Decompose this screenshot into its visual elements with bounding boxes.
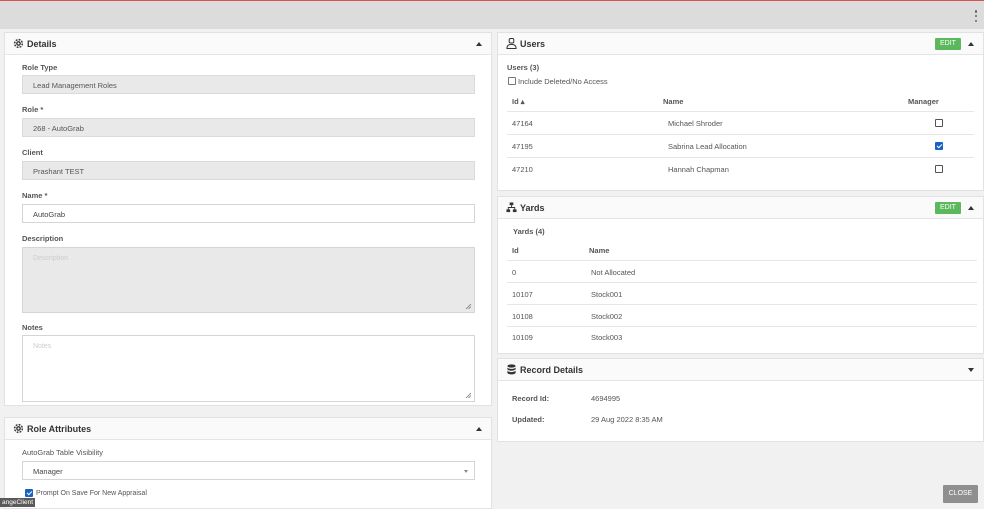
user-id: 47210 (512, 165, 533, 174)
visibility-select[interactable]: Manager (22, 461, 475, 480)
yards-panel: Yards EDIT Yards (4) Id Name 0 Not Alloc… (497, 196, 984, 354)
details-header[interactable]: Details (5, 33, 491, 55)
name-input[interactable]: AutoGrab (22, 204, 475, 223)
users-header[interactable]: Users EDIT (498, 33, 983, 55)
gear-icon (13, 38, 24, 49)
client-field: Prashant TEST (22, 161, 475, 180)
yards-col-id[interactable]: Id (512, 246, 519, 255)
users-title: Users (520, 39, 546, 49)
users-col-id[interactable]: Id ▴ (512, 97, 525, 106)
more-options-icon[interactable] (974, 10, 978, 22)
notes-placeholder: Notes (33, 343, 52, 350)
role-field: 268 - AutoGrab (22, 118, 475, 137)
name-label: Name * (22, 191, 48, 200)
close-button[interactable]: CLOSE (943, 485, 978, 503)
collapse-caret-icon[interactable] (968, 206, 974, 210)
updated-label: Updated: (512, 415, 545, 424)
top-bar (0, 0, 984, 29)
include-deleted-label: Include Deleted/No Access (518, 77, 608, 86)
role-type-label: Role Type (22, 63, 58, 72)
record-details-header[interactable]: Record Details (498, 359, 983, 381)
record-details-panel: Record Details Record Id: 4694995 Update… (497, 358, 984, 442)
client-label: Client (22, 148, 43, 157)
description-label: Description (22, 234, 64, 243)
prompt-on-save-checkbox[interactable] (25, 489, 33, 497)
yards-col-name[interactable]: Name (589, 246, 609, 255)
details-panel: Details Role Type Lead Management Roles … (4, 32, 492, 406)
gear-icon (13, 423, 24, 434)
visibility-selected-value: Manager (33, 467, 63, 476)
user-name: Sabrina Lead Allocation (668, 142, 747, 151)
users-col-name[interactable]: Name (663, 97, 683, 106)
role-type-field: Lead Management Roles (22, 75, 475, 94)
notes-textarea[interactable]: Notes (22, 335, 475, 402)
role-attributes-title: Role Attributes (27, 424, 92, 434)
yard-id: 10108 (512, 312, 533, 321)
prompt-on-save-label: Prompt On Save For New Appraisal (36, 490, 147, 497)
manager-checkbox[interactable] (935, 142, 943, 150)
role-attributes-panel: Role Attributes AutoGrab Table Visibilit… (4, 417, 492, 509)
collapse-caret-icon[interactable] (968, 368, 974, 372)
yard-id: 10107 (512, 290, 533, 299)
yard-id: 0 (512, 268, 517, 277)
users-col-manager[interactable]: Manager (908, 97, 939, 106)
description-placeholder: Description (33, 255, 69, 262)
visibility-label: AutoGrab Table Visibility (22, 448, 104, 457)
manager-checkbox[interactable] (935, 165, 943, 173)
user-name: Hannah Chapman (668, 165, 729, 174)
yard-name: Not Allocated (591, 268, 636, 277)
role-attributes-header[interactable]: Role Attributes (5, 418, 491, 440)
record-id-label: Record Id: (512, 394, 550, 403)
yards-title: Yards (520, 203, 545, 213)
manager-checkbox[interactable] (935, 119, 943, 127)
yard-name: Stock001 (591, 290, 623, 299)
user-name: Michael Shroder (668, 119, 723, 128)
resize-grip-icon[interactable] (465, 303, 472, 310)
footer-label: angeClient (0, 498, 36, 507)
users-panel: Users EDIT Users (3) Include Deleted/No … (497, 32, 984, 191)
include-deleted-checkbox[interactable] (508, 77, 516, 85)
yard-name: Stock003 (591, 333, 623, 342)
users-count: Users (3) (507, 63, 540, 72)
sitemap-icon (506, 202, 517, 213)
updated-value: 29 Aug 2022 8:35 AM (591, 415, 663, 424)
chevron-down-icon (464, 470, 468, 473)
yards-count: Yards (4) (513, 227, 545, 236)
resize-grip-icon[interactable] (465, 392, 472, 399)
user-id: 47164 (512, 119, 533, 128)
details-title: Details (27, 39, 57, 49)
record-details-title: Record Details (520, 365, 584, 375)
user-id: 47195 (512, 142, 533, 151)
yard-id: 10109 (512, 333, 533, 342)
collapse-caret-icon[interactable] (476, 42, 482, 46)
database-icon (507, 364, 516, 375)
description-textarea[interactable]: Description (22, 247, 475, 313)
collapse-caret-icon[interactable] (968, 42, 974, 46)
users-edit-button[interactable]: EDIT (935, 38, 961, 50)
record-id-value: 4694995 (591, 394, 621, 403)
yard-name: Stock002 (591, 312, 623, 321)
role-label: Role * (22, 105, 44, 114)
notes-label: Notes (22, 323, 43, 332)
collapse-caret-icon[interactable] (476, 427, 482, 431)
user-icon (506, 38, 517, 49)
yards-header[interactable]: Yards EDIT (498, 197, 983, 219)
yards-edit-button[interactable]: EDIT (935, 202, 961, 214)
